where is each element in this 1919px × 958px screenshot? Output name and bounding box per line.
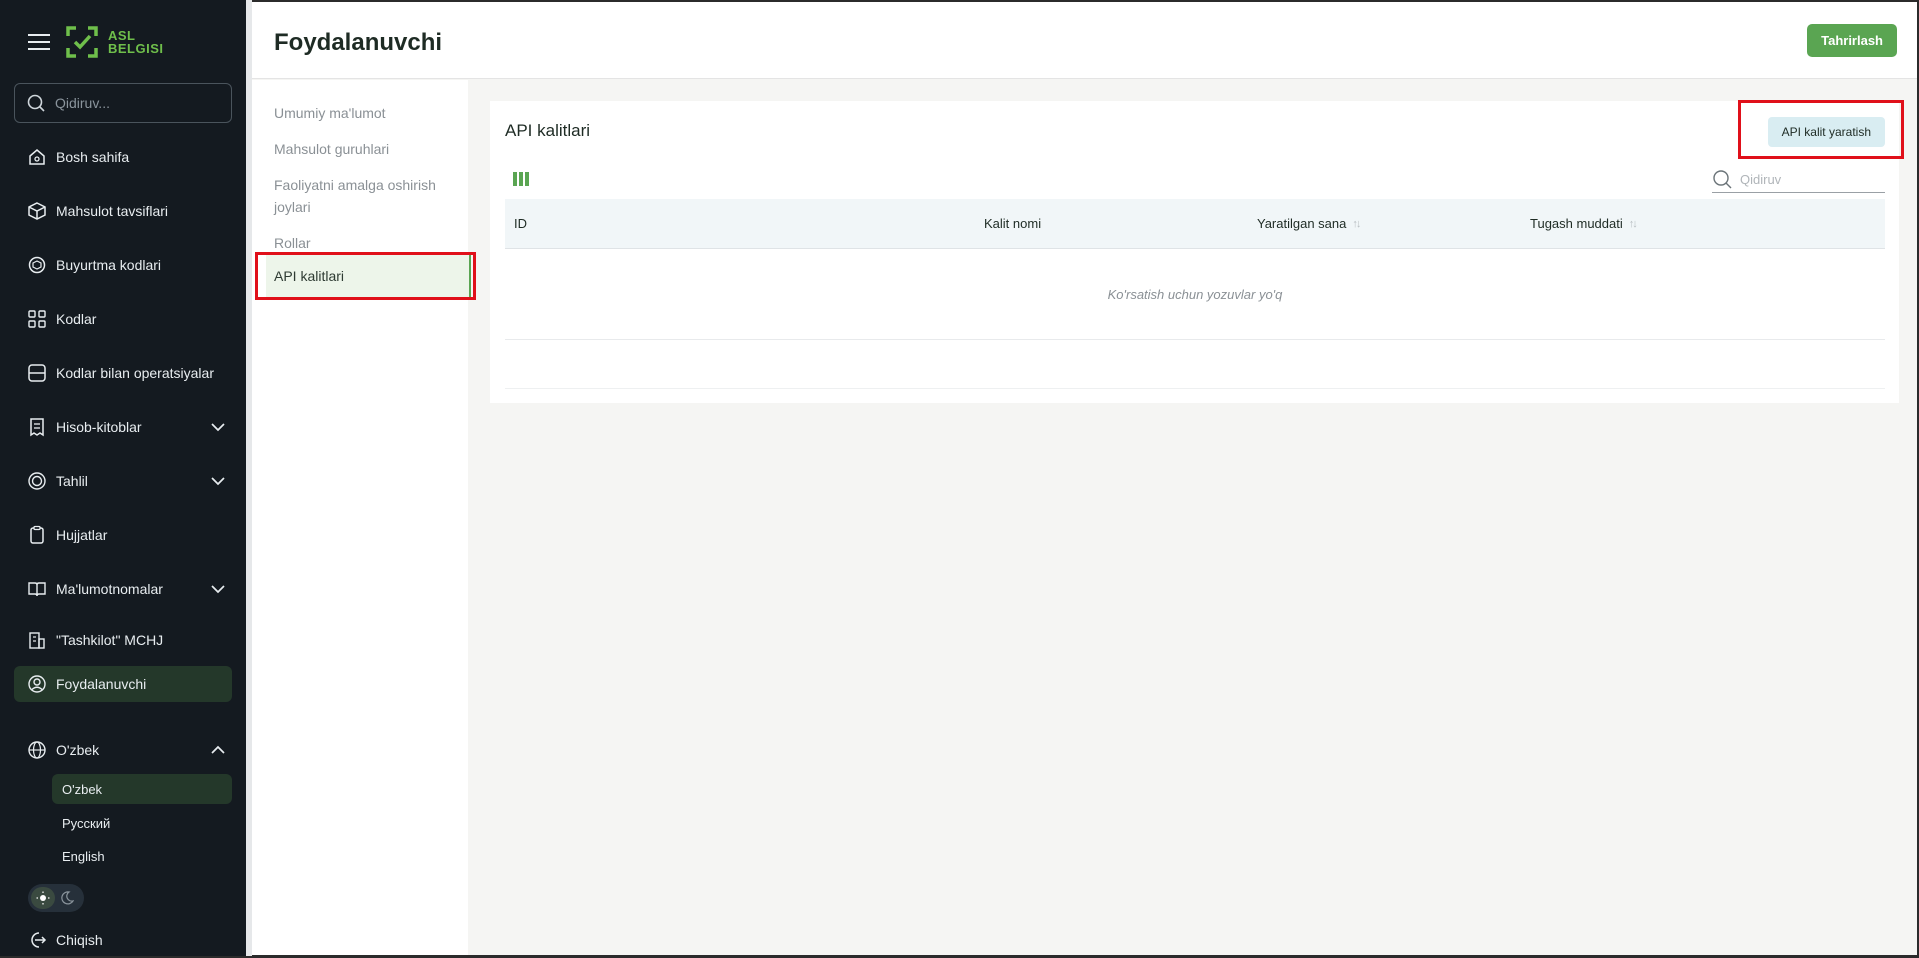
- table-search[interactable]: [1712, 166, 1885, 193]
- sidebar-item-label: Foydalanuvchi: [56, 676, 147, 692]
- user-circle-icon: [26, 673, 48, 695]
- sun-icon: [31, 887, 55, 909]
- column-header-id[interactable]: ID: [514, 216, 527, 231]
- book-icon: [26, 578, 48, 600]
- package-icon: [26, 254, 48, 276]
- column-header-label: ID: [514, 216, 527, 231]
- moon-icon: [55, 887, 79, 909]
- card-title: API kalitlari: [505, 121, 591, 140]
- search-icon: [1713, 170, 1732, 189]
- logout-button[interactable]: Chiqish: [14, 922, 232, 958]
- sidebar-item-analysis[interactable]: Tahlil: [14, 463, 232, 499]
- sidebar-item-codes[interactable]: Kodlar: [14, 301, 232, 337]
- sidebar-item-organization[interactable]: "Tashkilot" MCHJ: [14, 622, 232, 658]
- chevron-up-icon: [211, 745, 225, 754]
- empty-state-row: Ko'rsatish uchun yozuvlar yo'q: [505, 250, 1885, 340]
- sidebar-item-label: Buyurtma kodlari: [56, 257, 162, 273]
- sidebar-item-user[interactable]: Foydalanuvchi: [14, 666, 232, 702]
- clipboard-icon: [26, 524, 48, 546]
- column-header-label: Yaratilgan sana: [1257, 216, 1347, 231]
- subnav-item-product-groups[interactable]: Mahsulot guruhlari: [274, 138, 464, 160]
- language-option-russian[interactable]: Русский: [52, 808, 232, 838]
- logout-icon: [26, 929, 48, 951]
- language-label: O'zbek: [56, 742, 100, 758]
- language-option-english[interactable]: English: [52, 841, 232, 871]
- table-header: ID Kalit nomi Yaratilgan sana ↑↓ Tugash …: [505, 199, 1885, 249]
- subnav-item-locations[interactable]: Faoliyatni amalga oshirish joylari: [274, 174, 464, 218]
- sidebar-item-home[interactable]: Bosh sahifa: [14, 139, 232, 175]
- menu-icon[interactable]: [28, 34, 50, 50]
- sidebar-item-label: Hisob-kitoblar: [56, 419, 142, 435]
- home-icon: [26, 146, 48, 168]
- sidebar-item-code-operations[interactable]: Kodlar bilan operatsiyalar: [14, 355, 232, 391]
- box-icon: [26, 200, 48, 222]
- subnav-item-roles[interactable]: Rollar: [274, 232, 464, 254]
- columns-icon[interactable]: [513, 172, 529, 186]
- sidebar-item-label: Hujjatlar: [56, 527, 108, 543]
- chevron-down-icon: [211, 477, 225, 486]
- sidebar-item-product-descriptions[interactable]: Mahsulot tavsiflari: [14, 193, 232, 229]
- column-header-created-date[interactable]: Yaratilgan sana ↑↓: [1257, 216, 1361, 231]
- language-option-label: O'zbek: [62, 781, 103, 797]
- edit-button[interactable]: Tahrirlash: [1807, 24, 1897, 57]
- sidebar: ASL BELGISI Bosh sahifa Mahsulot tavsifl…: [0, 0, 246, 956]
- logo-row: ASL BELGISI: [28, 24, 164, 60]
- main-area: Foydalanuvchi Tahrirlash Umumiy ma'lumot…: [252, 2, 1917, 955]
- receipt-icon: [26, 416, 48, 438]
- subnav-item-general[interactable]: Umumiy ma'lumot: [274, 102, 464, 124]
- sidebar-item-label: Tahlil: [56, 473, 88, 489]
- profile-subnav: Umumiy ma'lumot Mahsulot guruhlari Faoli…: [252, 80, 471, 955]
- analysis-icon: [26, 470, 48, 492]
- sidebar-item-order-codes[interactable]: Buyurtma kodlari: [14, 247, 232, 283]
- qr-code-icon: [26, 308, 48, 330]
- search-icon: [27, 94, 45, 112]
- logo-line2: BELGISI: [108, 41, 164, 56]
- sidebar-item-accounts[interactable]: Hisob-kitoblar: [14, 409, 232, 445]
- column-header-expiry[interactable]: Tugash muddati ↑↓: [1530, 216, 1638, 231]
- language-selector[interactable]: O'zbek: [14, 732, 232, 768]
- create-api-key-button[interactable]: API kalit yaratish: [1767, 117, 1885, 147]
- sidebar-item-label: Kodlar bilan operatsiyalar: [56, 365, 214, 381]
- sidebar-item-label: Mahsulot tavsiflari: [56, 203, 169, 219]
- sidebar-item-label: Ma'lumotnomalar: [56, 581, 163, 597]
- language-option-label: English: [62, 848, 105, 864]
- column-header-key-name[interactable]: Kalit nomi: [984, 216, 1041, 231]
- table-footer: [505, 341, 1885, 389]
- theme-toggle[interactable]: [28, 884, 84, 912]
- column-header-label: Kalit nomi: [984, 216, 1042, 231]
- sidebar-search[interactable]: [14, 83, 232, 123]
- sort-icon[interactable]: ↑↓: [1629, 218, 1638, 230]
- language-option-label: Русский: [62, 815, 111, 831]
- language-option-uzbek[interactable]: O'zbek: [52, 774, 232, 804]
- sidebar-item-documents[interactable]: Hujjatlar: [14, 517, 232, 553]
- page-header: Foydalanuvchi Tahrirlash: [252, 2, 1917, 79]
- sidebar-item-label: "Tashkilot" MCHJ: [56, 632, 164, 648]
- table-search-input[interactable]: [1738, 170, 1878, 188]
- building-icon: [26, 629, 48, 651]
- api-keys-card: API kalitlari API kalit yaratish ID Kali…: [490, 101, 1899, 403]
- subnav-item-label: API kalitlari: [274, 268, 345, 284]
- sidebar-search-input[interactable]: [53, 94, 223, 112]
- chevron-down-icon: [211, 423, 225, 432]
- page-title: Foydalanuvchi: [274, 29, 443, 56]
- logo-check-icon: [66, 26, 98, 58]
- column-header-label: Tugash muddati: [1530, 216, 1623, 231]
- sort-icon[interactable]: ↑↓: [1352, 218, 1361, 230]
- logo-text: ASL BELGISI: [108, 29, 164, 55]
- sidebar-item-label: Kodlar: [56, 311, 97, 327]
- empty-state-text: Ko'rsatish uchun yozuvlar yo'q: [1107, 287, 1283, 302]
- subnav-item-api-keys[interactable]: API kalitlari: [266, 255, 471, 297]
- sidebar-item-label: Bosh sahifa: [56, 149, 130, 165]
- sidebar-item-references[interactable]: Ma'lumotnomalar: [14, 571, 232, 607]
- operations-icon: [26, 362, 48, 384]
- chevron-down-icon: [211, 585, 225, 594]
- logout-label: Chiqish: [56, 932, 103, 948]
- globe-icon: [26, 739, 48, 761]
